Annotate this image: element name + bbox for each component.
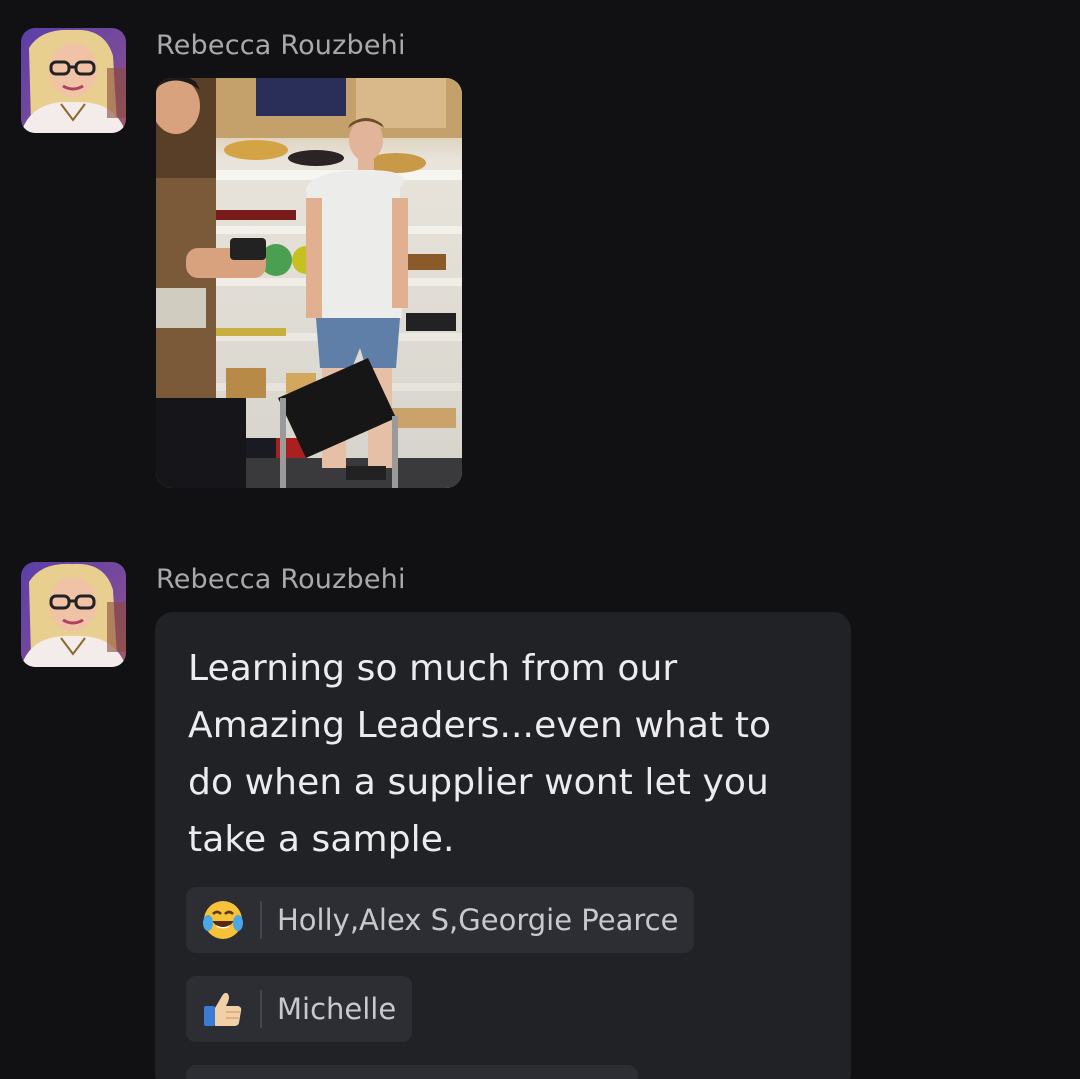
sender-avatar[interactable]: [21, 562, 126, 667]
message-bubble[interactable]: Learning so much from our Amazing Leader…: [155, 612, 851, 1079]
chat-thread: Rebecca Rouzbehi Rebecca Rouzbehi Learni…: [0, 0, 1080, 1079]
reaction-chip[interactable]: Holly,Alex S,Georgie Pearce: [186, 887, 695, 953]
reaction-names: Michelle: [277, 992, 397, 1026]
thumbs-up-icon: [186, 976, 260, 1042]
reaction-chip[interactable]: [186, 1065, 638, 1079]
photo-image: [156, 78, 462, 488]
attached-photo[interactable]: [156, 78, 462, 488]
reaction-names: Holly,Alex S,Georgie Pearce: [277, 903, 679, 937]
sender-avatar[interactable]: [21, 28, 126, 133]
laughing-tears-icon: [186, 887, 260, 953]
sender-name: Rebecca Rouzbehi: [156, 564, 406, 595]
avatar-image: [21, 562, 126, 667]
reaction-chip[interactable]: Michelle: [186, 976, 413, 1042]
sender-name: Rebecca Rouzbehi: [156, 30, 406, 61]
avatar-image: [21, 28, 126, 133]
message-text-content: Learning so much from our Amazing Leader…: [188, 648, 772, 860]
